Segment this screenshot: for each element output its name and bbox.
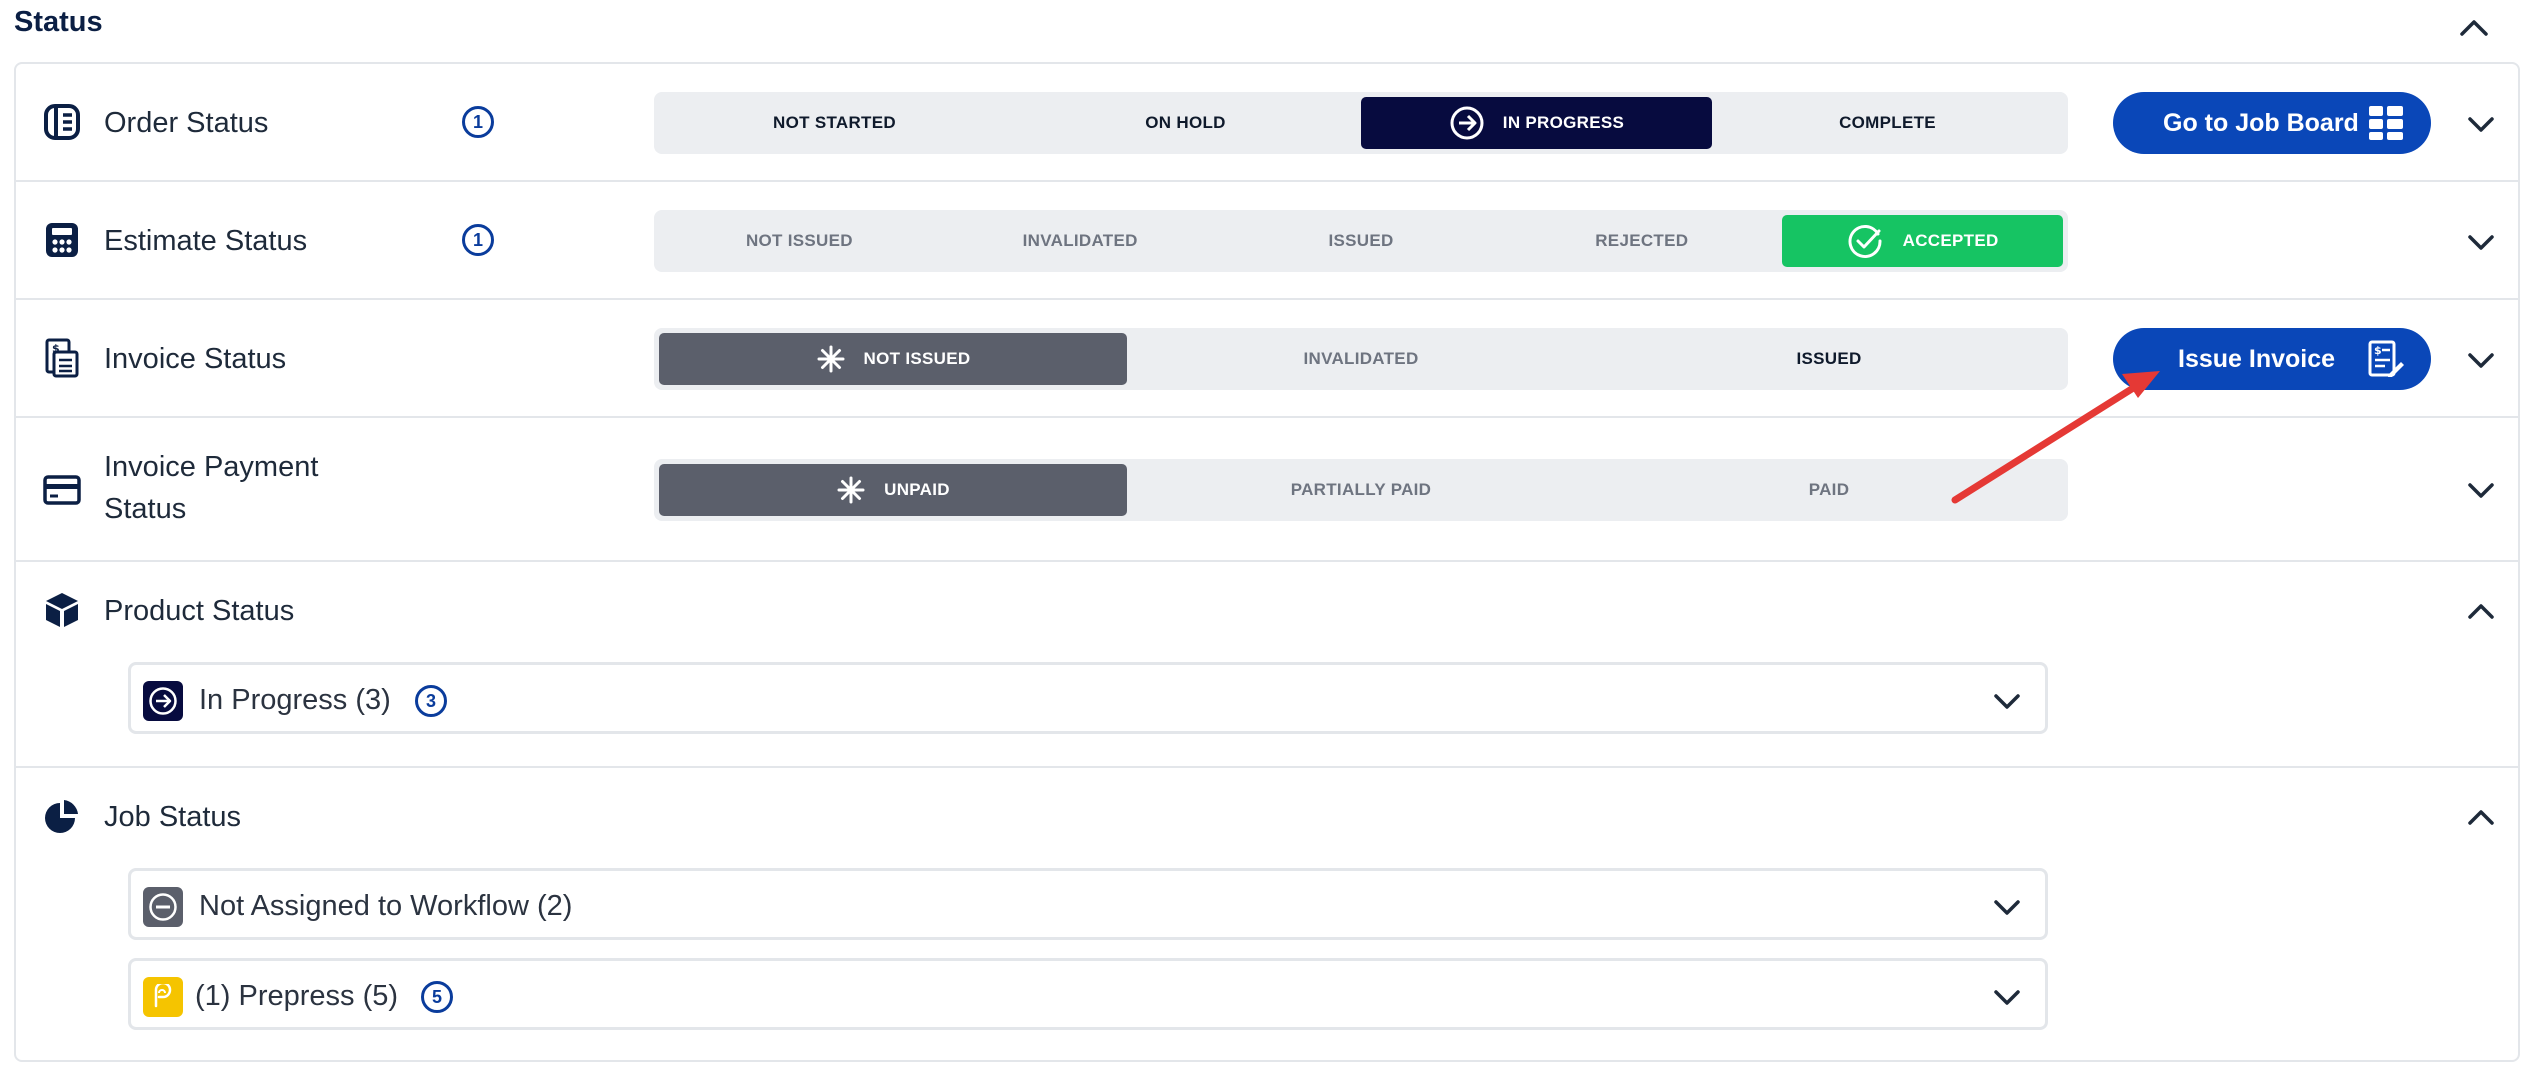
job-status-group-not-assigned-label: Not Assigned to Workflow (2)	[199, 890, 573, 922]
order-status-segmented-control: NOT STARTED ON HOLD IN PROGRESS COMPLETE	[654, 92, 2068, 154]
chevron-up-icon	[2468, 604, 2494, 619]
chevron-down-icon	[1994, 900, 2020, 915]
status-section-header: Status	[0, 0, 2529, 52]
order-status-option-not-started[interactable]: NOT STARTED	[659, 97, 1010, 149]
invoice-status-option-invalidated[interactable]: INVALIDATED	[1127, 333, 1595, 385]
chevron-down-icon	[2468, 483, 2494, 498]
invoice-payment-status-segmented-control: UNPAID PARTIALLY PAID PAID	[654, 459, 2068, 521]
invoice-payment-option-unpaid[interactable]: UNPAID	[659, 464, 1127, 516]
invoice-payment-option-paid[interactable]: PAID	[1595, 464, 2063, 516]
invoice-status-option-not-issued[interactable]: NOT ISSUED	[659, 333, 1127, 385]
box-icon	[42, 590, 82, 630]
job-status-group-not-assigned[interactable]: Not Assigned to Workflow (2)	[128, 868, 2048, 940]
issue-invoice-button[interactable]: Issue Invoice $	[2113, 328, 2431, 390]
order-status-expand-button[interactable]	[2461, 104, 2501, 144]
chevron-down-icon	[2468, 117, 2494, 132]
estimate-status-option-accepted-label: ACCEPTED	[1902, 231, 1999, 250]
job-status-group-prepress-expand[interactable]	[1987, 977, 2027, 1017]
order-status-label: Order Status	[104, 107, 269, 139]
pie-chart-icon	[42, 796, 82, 836]
estimate-status-label: Estimate Status	[104, 225, 308, 257]
section-title: Status	[14, 6, 103, 38]
estimate-status-option-rejected[interactable]: REJECTED	[1501, 215, 1782, 267]
order-status-icon	[42, 102, 82, 142]
invoice-payment-status-label: Invoice Payment Status	[104, 446, 318, 530]
job-status-row: Job Status Not Assigned to Workflow (2) …	[16, 768, 2518, 1060]
invoice-edit-icon: $	[2367, 340, 2405, 385]
arrow-right-circle-icon	[1449, 105, 1485, 141]
order-status-option-on-hold[interactable]: ON HOLD	[1010, 97, 1361, 149]
invoice-payment-status-label-line1: Invoice Payment	[104, 451, 319, 483]
order-status-option-complete[interactable]: COMPLETE	[1712, 97, 2063, 149]
job-status-group-prepress-count-badge: 5	[421, 981, 453, 1013]
chevron-up-icon	[2468, 810, 2494, 825]
status-card: Order Status 1 NOT STARTED ON HOLD IN PR…	[14, 62, 2520, 1062]
check-circle-icon	[1847, 222, 1885, 260]
estimate-status-segmented-control: NOT ISSUED INVALIDATED ISSUED REJECTED A…	[654, 210, 2068, 272]
order-status-row: Order Status 1 NOT STARTED ON HOLD IN PR…	[16, 64, 2518, 182]
estimate-status-expand-button[interactable]	[2461, 222, 2501, 262]
chevron-down-icon	[1994, 694, 2020, 709]
svg-text:$: $	[2374, 344, 2382, 357]
estimate-status-option-not-issued[interactable]: NOT ISSUED	[659, 215, 940, 267]
invoice-icon: $	[42, 338, 82, 378]
product-status-group-count-badge: 3	[415, 685, 447, 717]
job-status-group-not-assigned-expand[interactable]	[1987, 887, 2027, 927]
estimate-status-option-accepted[interactable]: ACCEPTED	[1782, 215, 2063, 267]
section-collapse-button[interactable]	[2451, 4, 2497, 50]
issue-invoice-label: Issue Invoice	[2178, 344, 2336, 373]
job-status-label: Job Status	[104, 801, 242, 833]
invoice-payment-status-label-line2: Status	[104, 493, 187, 525]
product-status-label: Product Status	[104, 595, 295, 627]
estimate-status-option-issued[interactable]: ISSUED	[1221, 215, 1502, 267]
invoice-payment-status-expand-button[interactable]	[2461, 470, 2501, 510]
invoice-status-segmented-control: NOT ISSUED INVALIDATED ISSUED	[654, 328, 2068, 390]
prepress-icon	[143, 977, 183, 1017]
estimate-status-count-badge: 1	[462, 224, 494, 256]
job-status-group-prepress[interactable]: (1) Prepress (5) 5	[128, 958, 2048, 1030]
invoice-status-option-issued[interactable]: ISSUED	[1595, 333, 2063, 385]
order-status-option-in-progress[interactable]: IN PROGRESS	[1361, 97, 1712, 149]
job-status-group-prepress-label: (1) Prepress (5)	[195, 980, 399, 1012]
estimate-status-option-invalidated[interactable]: INVALIDATED	[940, 215, 1221, 267]
job-board-grid-icon	[2367, 104, 2405, 149]
product-status-group-in-progress[interactable]: In Progress (3) 3	[128, 662, 2048, 734]
invoice-status-row: $ Invoice Status NOT ISSUED INVALIDATED …	[16, 300, 2518, 418]
chevron-up-icon	[2460, 20, 2488, 36]
calculator-icon	[42, 220, 82, 260]
chevron-down-icon	[2468, 353, 2494, 368]
product-status-row: Product Status In Progress (3) 3	[16, 562, 2518, 768]
product-status-group-label: In Progress (3)	[199, 684, 391, 716]
job-status-collapse-button[interactable]	[2461, 798, 2501, 838]
invoice-status-option-not-issued-label: NOT ISSUED	[863, 349, 971, 368]
product-status-collapse-button[interactable]	[2461, 592, 2501, 632]
invoice-payment-status-row: Invoice Payment Status UNPAID PARTIALLY …	[16, 418, 2518, 562]
asterisk-icon	[816, 344, 846, 374]
chevron-down-icon	[2468, 235, 2494, 250]
minus-circle-icon	[143, 887, 183, 927]
svg-text:$: $	[52, 342, 60, 355]
invoice-status-expand-button[interactable]	[2461, 340, 2501, 380]
invoice-payment-option-partially-paid[interactable]: PARTIALLY PAID	[1127, 464, 1595, 516]
estimate-status-row: Estimate Status 1 NOT ISSUED INVALIDATED…	[16, 182, 2518, 300]
arrow-right-circle-icon	[143, 681, 183, 721]
asterisk-icon	[836, 475, 866, 505]
go-to-job-board-label: Go to Job Board	[2163, 108, 2359, 137]
chevron-down-icon	[1994, 990, 2020, 1005]
credit-card-icon	[42, 470, 82, 510]
invoice-status-label: Invoice Status	[104, 343, 287, 375]
order-status-count-badge: 1	[462, 106, 494, 138]
invoice-payment-option-unpaid-label: UNPAID	[884, 480, 950, 499]
order-status-option-in-progress-label: IN PROGRESS	[1502, 113, 1625, 132]
product-status-group-expand[interactable]	[1987, 681, 2027, 721]
go-to-job-board-button[interactable]: Go to Job Board	[2113, 92, 2431, 154]
